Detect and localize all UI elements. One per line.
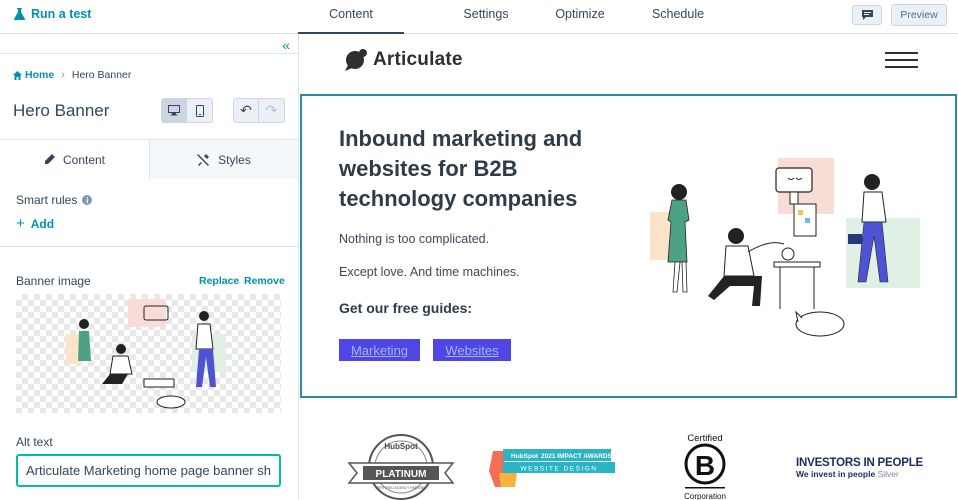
investors-in-people-badge: INVESTORS IN PEOPLE We invest in people …	[796, 457, 936, 479]
tools-icon	[197, 153, 210, 166]
desktop-view-button[interactable]	[161, 98, 187, 123]
add-smart-rule-button[interactable]: + Add	[16, 215, 54, 232]
history-controls: ↶ ↷	[233, 98, 285, 123]
breadcrumb: Home › Hero Banner	[13, 69, 131, 81]
flask-icon	[14, 8, 25, 20]
site-logo[interactable]: Articulate	[343, 47, 463, 73]
comments-button[interactable]	[852, 5, 882, 25]
banner-image-label: Banner image	[16, 274, 91, 288]
hero-title: Inbound marketing and websites for B2B t…	[339, 126, 583, 211]
top-bar: Run a test Content Settings Optimize Sch…	[0, 0, 958, 34]
breadcrumb-current: Hero Banner	[71, 69, 132, 81]
redo-button[interactable]: ↷	[259, 98, 285, 123]
plus-icon: +	[16, 215, 25, 232]
home-icon	[13, 70, 22, 80]
breadcrumb-home-label: Home	[25, 69, 55, 81]
articulate-logo-icon	[345, 49, 367, 71]
iip-subtext: We invest in people	[796, 469, 876, 479]
run-test-label: Run a test	[31, 7, 92, 21]
hero-text-2: Except love. And time machines.	[339, 265, 520, 279]
menu-icon[interactable]	[885, 52, 918, 73]
redo-icon: ↷	[265, 102, 278, 118]
add-label: Add	[30, 216, 55, 231]
websites-guide-button[interactable]: Websites	[433, 339, 511, 361]
platinum-subtext: CERTIFIED AGENCY PARTNER	[375, 486, 427, 490]
iip-title: INVESTORS IN PEOPLE	[796, 457, 923, 469]
hero-banner-module[interactable]: Inbound marketing and websites for B2B t…	[300, 94, 957, 398]
tab-content[interactable]: Content	[298, 0, 404, 34]
tab-settings[interactable]: Settings	[444, 0, 528, 34]
impact-subtext: WEBSITE DESIGN	[521, 466, 598, 473]
impact-awards-badge: HubSpot 2021 IMPACT AWARDS WEBSITE DESIG…	[489, 449, 615, 487]
site-header: Articulate	[299, 35, 958, 93]
chevron-right-icon: ›	[61, 69, 65, 81]
impact-brand-text: HubSpot	[511, 453, 539, 460]
marketing-guide-button[interactable]: Marketing	[339, 339, 420, 361]
platinum-text: PLATINUM	[376, 469, 427, 480]
remove-image-link[interactable]: Remove	[244, 275, 285, 287]
smart-rules-text: Smart rules	[16, 193, 78, 207]
banner-image-thumbnail[interactable]	[16, 294, 281, 413]
logo-text: Articulate	[373, 49, 463, 70]
tab-module-styles-label: Styles	[218, 152, 251, 167]
hubspot-brand-text: HubSpot	[384, 442, 418, 451]
banner-illustration-thumbnail	[66, 299, 226, 409]
tab-module-content-label: Content	[62, 152, 106, 167]
preview-button[interactable]: Preview	[891, 4, 947, 26]
breadcrumb-home[interactable]: Home	[13, 69, 54, 81]
award-logos: HubSpot PLATINUM CERTIFIED AGENCY PARTNE…	[299, 425, 958, 500]
mobile-icon	[195, 104, 204, 117]
panel-tabs: Content Styles	[0, 139, 298, 179]
bcorp-top-text: Certified	[687, 433, 722, 444]
replace-image-link[interactable]: Replace	[199, 275, 239, 287]
page-preview: Articulate Inbound marketing and website…	[299, 35, 958, 500]
tab-module-styles[interactable]: Styles	[149, 140, 298, 179]
collapse-sidebar-icon[interactable]: «	[282, 37, 290, 53]
smart-rules-label: Smart rules i	[16, 193, 93, 207]
divider	[0, 246, 298, 247]
module-title: Hero Banner	[13, 101, 110, 120]
run-test-button[interactable]: Run a test	[14, 7, 91, 21]
alt-text-input[interactable]	[16, 454, 281, 487]
iip-level: Silver	[877, 469, 899, 479]
hero-illustration	[650, 158, 920, 337]
guides-heading: Get our free guides:	[339, 300, 473, 316]
desktop-icon	[168, 105, 180, 116]
hero-text-1: Nothing is too complicated.	[339, 232, 490, 246]
impact-year-text: 2021 IMPACT AWARDS	[541, 453, 612, 460]
alt-text-label: Alt text	[16, 435, 53, 449]
collapse-bar: «	[0, 35, 298, 54]
bcorp-letter: B	[695, 450, 715, 481]
mobile-view-button[interactable]	[187, 98, 213, 123]
page-editor: Run a test Content Settings Optimize Sch…	[0, 0, 958, 500]
comment-icon	[861, 10, 873, 20]
editor-tabs: Content Settings Optimize Schedule	[298, 0, 720, 34]
undo-icon: ↶	[240, 102, 252, 118]
bcorp-badge: Certified B Corporation	[684, 433, 726, 500]
tab-module-content[interactable]: Content	[0, 140, 149, 179]
pencil-icon	[44, 154, 55, 164]
tab-optimize[interactable]: Optimize	[538, 0, 622, 34]
tab-schedule[interactable]: Schedule	[636, 0, 720, 34]
info-icon[interactable]: i	[82, 195, 93, 205]
module-sidebar: « Home › Hero Banner Hero Banner ↶ ↷ Con…	[0, 35, 299, 500]
bcorp-bottom-text: Corporation	[684, 492, 726, 500]
undo-button[interactable]: ↶	[233, 98, 259, 123]
device-toggle	[161, 98, 213, 123]
hubspot-platinum-badge: HubSpot PLATINUM CERTIFIED AGENCY PARTNE…	[347, 434, 455, 500]
